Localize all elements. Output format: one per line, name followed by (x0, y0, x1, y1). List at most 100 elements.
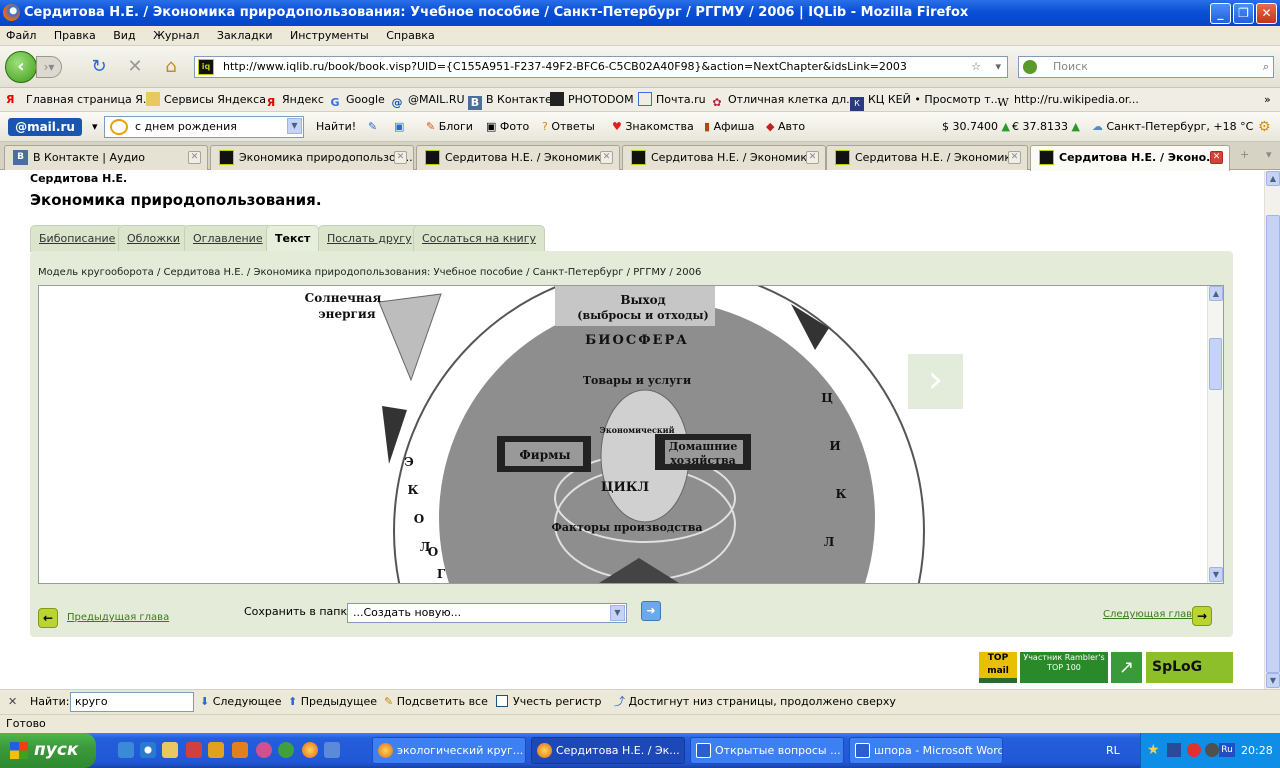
ie-icon[interactable] (140, 742, 156, 758)
viewer-scrollbar[interactable]: ▲ ▼ (1207, 286, 1223, 583)
antivirus-icon[interactable] (1187, 743, 1201, 757)
tab-covers[interactable]: Обложки (118, 225, 189, 252)
forward-button[interactable]: ›▾ (36, 56, 62, 78)
bookmark-yandex-services[interactable]: Сервисы Яндекса (146, 88, 266, 111)
language-indicator[interactable]: RL (1106, 733, 1120, 768)
home-icon[interactable]: ⌂ (160, 56, 182, 78)
folder-select[interactable]: ...Создать новую... ▼ (347, 603, 627, 623)
menu-tools[interactable]: Инструменты (290, 29, 369, 42)
tab-economics[interactable]: Экономика природопользов... ✕ (210, 145, 414, 170)
menu-bookmarks[interactable]: Закладки (217, 29, 273, 42)
app-icon[interactable] (324, 742, 340, 758)
menu-help[interactable]: Справка (386, 29, 434, 42)
weather-link[interactable]: ☁ Санкт-Петербург, +18 °C (1092, 112, 1253, 142)
task-ecological-cycle[interactable]: экологический круг... (372, 737, 526, 764)
bookmark-google[interactable]: G Google (328, 88, 384, 111)
blogs-link[interactable]: ✎ Блоги (426, 112, 473, 142)
answers-link[interactable]: ? Ответы (542, 112, 595, 142)
scroll-down-icon[interactable]: ▼ (1209, 567, 1223, 582)
close-tab-icon[interactable]: ✕ (1210, 151, 1223, 164)
menu-history[interactable]: Журнал (153, 29, 199, 42)
find-prev-button[interactable]: ⬆ Предыдущее (288, 690, 377, 714)
splog-badge[interactable]: SpLoG (1146, 652, 1233, 683)
photo-link[interactable]: ▣ Фото (486, 112, 529, 142)
external-link-icon[interactable]: ↗ (1111, 652, 1142, 683)
panel-icon[interactable]: ▣ (394, 112, 404, 142)
chevron-down-icon[interactable]: ▼ (610, 605, 625, 621)
task-shpora-word[interactable]: шпора - Microsoft Word (849, 737, 1003, 764)
explorer-icon[interactable] (162, 742, 178, 758)
tab-cite-book[interactable]: Сослаться на книгу (413, 225, 545, 252)
bookmark-photodom[interactable]: PHOTODOM (550, 88, 634, 111)
bookmark-yandex[interactable]: Я Яндекс (264, 88, 324, 111)
next-chapter-link[interactable]: Следующая глава (1103, 609, 1198, 620)
new-tab-icon[interactable]: + (1240, 148, 1249, 161)
search-box[interactable]: Поиск ⌕ (1018, 56, 1274, 78)
save-to-folder-button[interactable]: ➜ (641, 601, 661, 621)
tray-icon[interactable] (1205, 743, 1219, 757)
pencil-icon[interactable]: ✎ (368, 112, 377, 142)
bookmark-vkontakte[interactable]: ВВ Контакте (468, 88, 552, 111)
firefox-icon[interactable] (302, 742, 318, 758)
maximize-button[interactable]: ❐ (1233, 3, 1254, 24)
tab-serditova-3[interactable]: Сердитова Н.Е. / Экономик... ✕ (826, 145, 1028, 170)
rambler-badge[interactable]: Участник Rambler's TOP 100 (1020, 652, 1108, 683)
search-icon[interactable]: ⌕ (1263, 57, 1269, 77)
bookmark-kts-key[interactable]: К КЦ КЕЙ • Просмотр т... (850, 88, 1001, 111)
stop-icon[interactable]: ✕ (124, 56, 146, 78)
search-engine-icon[interactable] (1023, 60, 1037, 74)
viewer-scroll-thumb[interactable] (1209, 338, 1222, 390)
bookmark-cage[interactable]: ✿ Отличная клетка дл... (710, 88, 856, 111)
page-viewer[interactable]: Выход (выбросы и отходы) БИОСФЕРА Товары… (38, 285, 1224, 584)
tab-text[interactable]: Текст (266, 225, 320, 252)
back-button[interactable]: ‹ (5, 51, 37, 83)
tab-list-icon[interactable]: ▾ (1266, 148, 1272, 161)
network-icon[interactable] (1167, 743, 1181, 757)
close-tab-icon[interactable]: ✕ (600, 151, 613, 164)
url-dropdown-icon[interactable]: ▾ (995, 57, 1001, 77)
auto-link[interactable]: ◆ Авто (766, 112, 805, 142)
app-icon[interactable] (232, 742, 248, 758)
task-open-questions[interactable]: Открытые вопросы ... (690, 737, 844, 764)
scroll-up-icon[interactable]: ▲ (1266, 171, 1280, 186)
task-serditova[interactable]: Сердитова Н.Е. / Эк... (531, 737, 685, 764)
page-scroll-thumb[interactable] (1266, 215, 1280, 673)
match-case-checkbox[interactable]: Учесть регистр (496, 690, 602, 714)
bookmarks-overflow-icon[interactable]: » (1264, 88, 1271, 111)
next-page-arrow[interactable]: › (908, 354, 963, 409)
bookmark-yandex-home[interactable]: Главная страница Я... (26, 88, 153, 111)
mailru-menu-icon[interactable]: ▾ (92, 112, 98, 142)
tab-send-friend[interactable]: Послать другу (318, 225, 421, 252)
tab-vkontakte-audio[interactable]: ВВ Контакте | Аудио ✕ (4, 145, 208, 170)
reload-icon[interactable]: ↻ (88, 56, 110, 78)
prev-chapter-arrow-icon[interactable]: ← (38, 608, 58, 628)
start-button[interactable]: пуск (0, 733, 96, 768)
search-dropdown-icon[interactable]: ▼ (287, 118, 302, 134)
language-ru-icon[interactable]: Ru (1219, 743, 1235, 757)
close-tab-icon[interactable]: ✕ (1008, 151, 1021, 164)
scroll-up-icon[interactable]: ▲ (1209, 286, 1223, 301)
url-bar[interactable]: iq http://www.iqlib.ru/book/book.visp?UI… (194, 56, 1008, 78)
app-icon[interactable] (186, 742, 202, 758)
bookmark-wikipedia[interactable]: Whttp://ru.wikipedia.or... (996, 88, 1139, 111)
menu-view[interactable]: Вид (113, 29, 135, 42)
dating-link[interactable]: ♥ Знакомства (612, 112, 694, 142)
app-icon[interactable] (208, 742, 224, 758)
app-icon[interactable] (278, 742, 294, 758)
tab-serditova-1[interactable]: Сердитова Н.Е. / Экономик... ✕ (416, 145, 620, 170)
bookmark-mailru[interactable]: @ @MAIL.RU (390, 88, 465, 111)
tab-serditova-active[interactable]: Сердитова Н.Е. / Эконо... ✕ (1030, 145, 1230, 171)
tab-description[interactable]: Бибописание (30, 225, 125, 252)
tab-serditova-2[interactable]: Сердитова Н.Е. / Экономик... ✕ (622, 145, 826, 170)
mailru-logo[interactable]: @mail.ru (8, 118, 82, 136)
close-window-button[interactable]: ✕ (1256, 3, 1277, 24)
eur-rate[interactable]: € 37.8133 ▲ (1012, 112, 1080, 142)
minimize-button[interactable]: _ (1210, 3, 1231, 24)
clock[interactable]: 20:28 (1241, 733, 1273, 768)
close-tab-icon[interactable]: ✕ (188, 151, 201, 164)
highlight-all-button[interactable]: ✎ Подсветить все (384, 690, 488, 714)
bookmark-pochta[interactable]: Почта.ru (638, 88, 706, 111)
topmail-badge[interactable]: TOP mail (979, 652, 1017, 683)
find-input[interactable]: круго (70, 692, 194, 712)
star-icon[interactable]: ☆ (971, 57, 981, 77)
